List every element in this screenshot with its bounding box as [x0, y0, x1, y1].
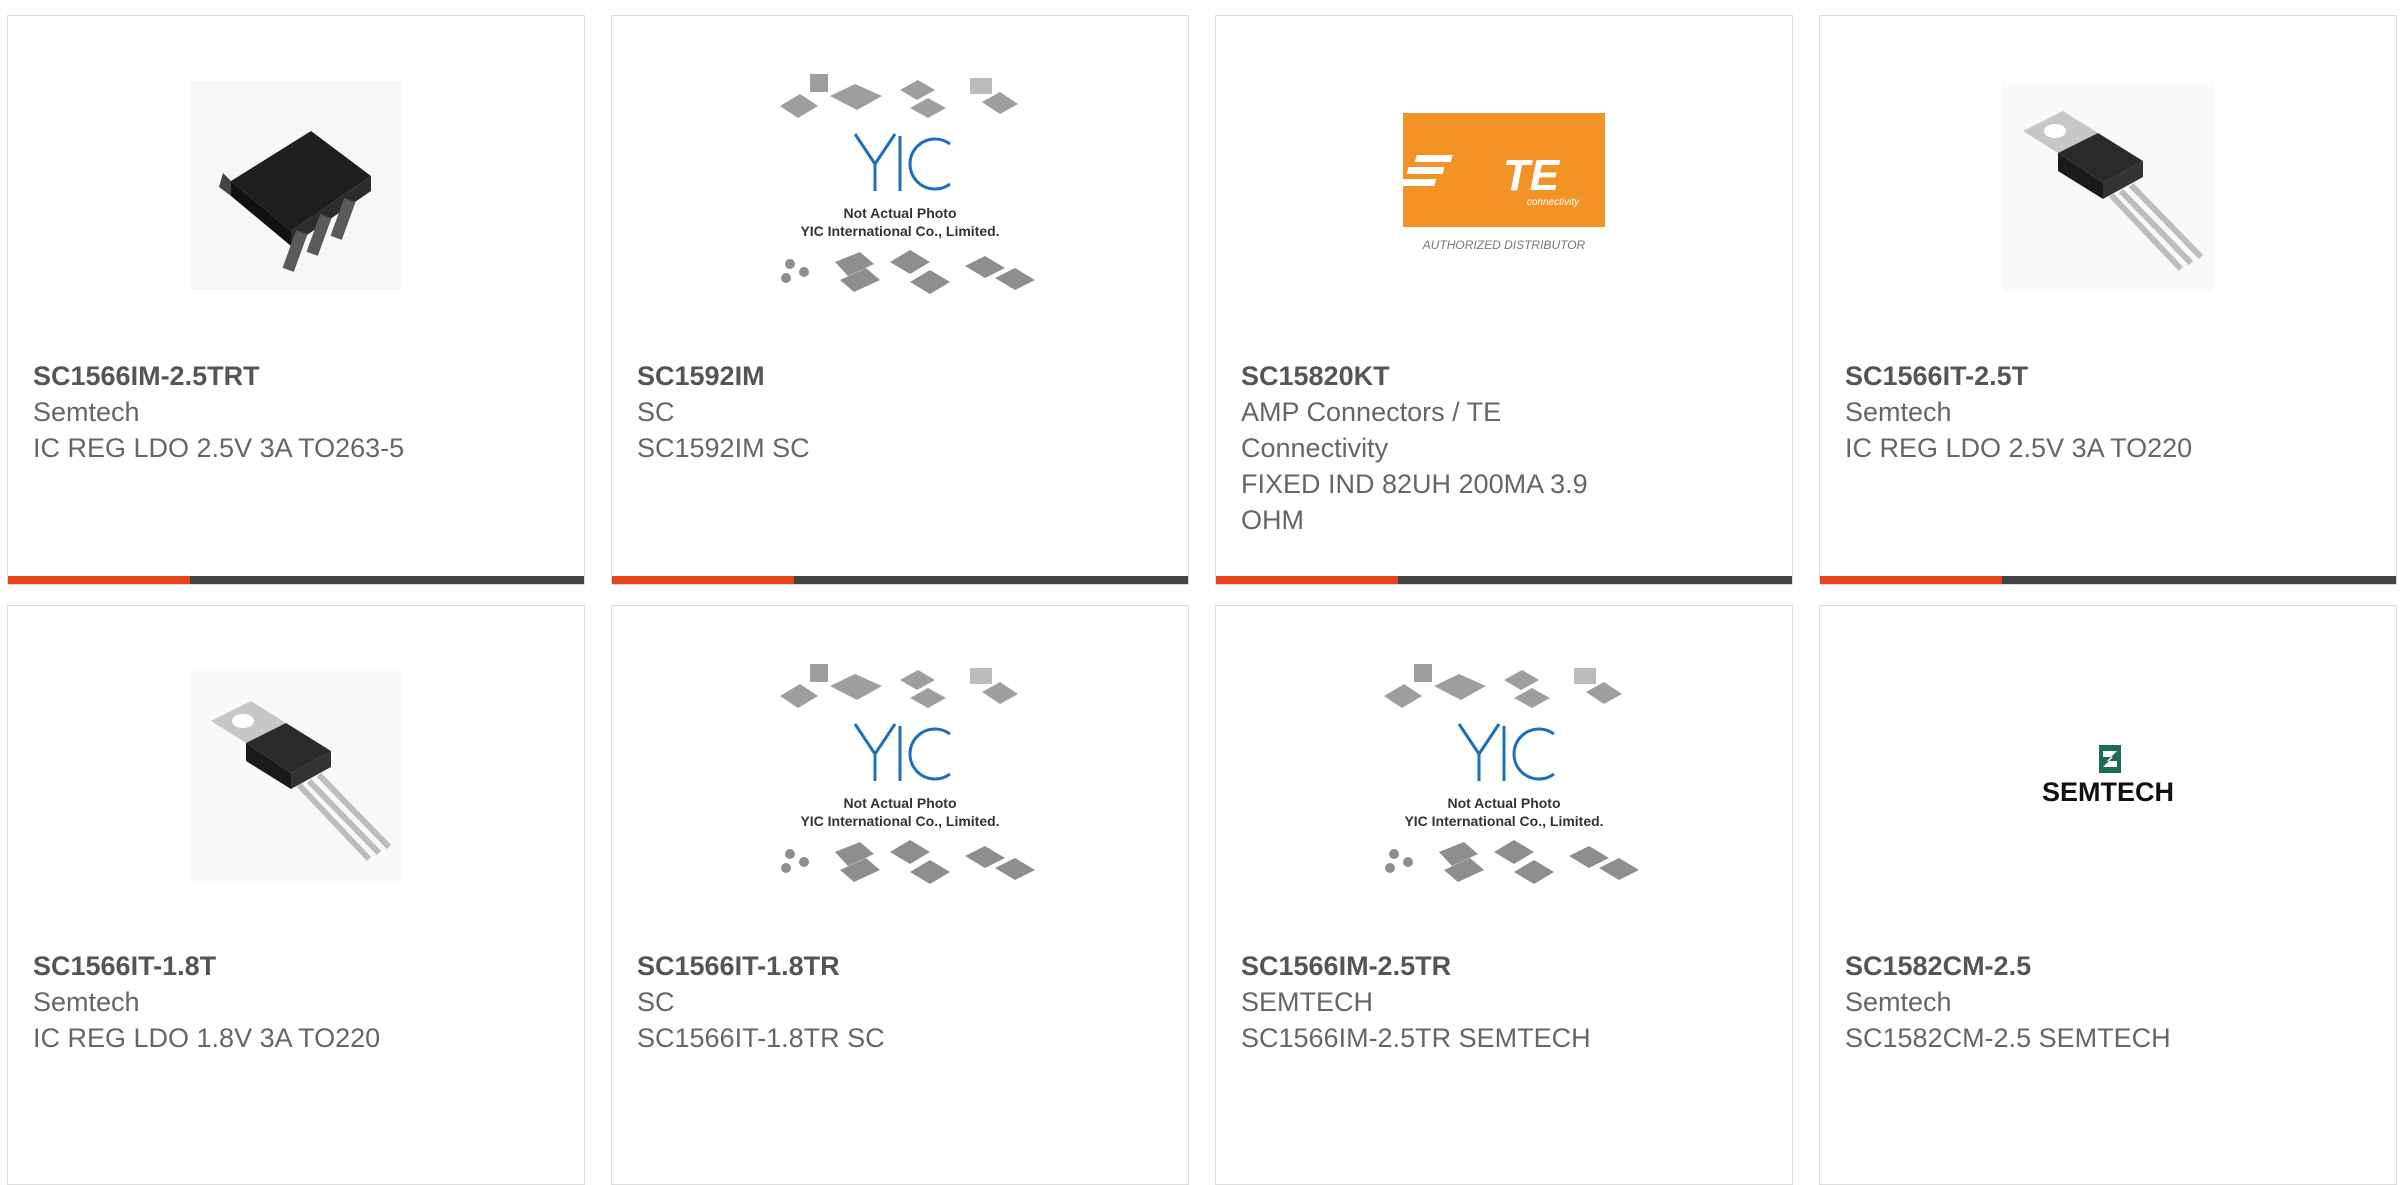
yic-placeholder-icon: Not Actual Photo YIC International Co., …: [780, 664, 1035, 884]
part-number[interactable]: SC1592IM: [637, 358, 1163, 394]
part-number[interactable]: SC15820KT: [1241, 358, 1767, 394]
to220-icon: [191, 671, 401, 881]
product-image[interactable]: SEMTECH: [1820, 606, 2396, 946]
placeholder-caption: YIC International Co., Limited.: [800, 223, 999, 239]
product-image[interactable]: TE connectivity AUTHORIZED DISTRIBUTOR: [1216, 16, 1792, 356]
yic-placeholder-icon: Not Actual Photo YIC International Co., …: [780, 74, 1035, 294]
product-image[interactable]: Not Actual Photo YIC International Co., …: [612, 16, 1188, 356]
product-image[interactable]: [1820, 16, 2396, 356]
card-bar: [612, 576, 1188, 584]
product-card[interactable]: SEMTECH SC1582CM-2.5 Semtech SC1582CM-2.…: [1819, 605, 2397, 1185]
manufacturer: Semtech: [33, 987, 140, 1017]
product-image[interactable]: Not Actual Photo YIC International Co., …: [612, 606, 1188, 946]
card-bar-accent: [8, 576, 190, 584]
product-description: IC REG LDO 2.5V 3A TO263-5: [33, 433, 405, 463]
manufacturer: Semtech: [1845, 987, 1952, 1017]
card-bar: [8, 576, 584, 584]
product-card[interactable]: Not Actual Photo YIC International Co., …: [1215, 605, 1793, 1185]
placeholder-caption: Not Actual Photo: [843, 795, 956, 811]
placeholder-caption: YIC International Co., Limited.: [800, 813, 999, 829]
te-logo-text: TE: [1503, 151, 1561, 200]
card-bar-accent: [612, 576, 794, 584]
product-image[interactable]: [8, 16, 584, 356]
product-description: IC REG LDO 2.5V 3A TO220: [1845, 433, 2193, 463]
product-description: SC1566IT-1.8TR SC: [637, 1023, 885, 1053]
semtech-logo-text: SEMTECH: [2042, 777, 2174, 807]
product-card[interactable]: SC1566IT-1.8T Semtech IC REG LDO 1.8V 3A…: [7, 605, 585, 1185]
manufacturer: SC: [637, 397, 675, 427]
manufacturer: SC: [637, 987, 675, 1017]
manufacturer: SEMTECH: [1241, 987, 1374, 1017]
part-number[interactable]: SC1566IM-2.5TR: [1241, 948, 1767, 984]
card-bar-accent: [1216, 576, 1398, 584]
te-logo-subtext: connectivity: [1527, 197, 1580, 208]
product-card[interactable]: SC1566IM-2.5TRT Semtech IC REG LDO 2.5V …: [7, 15, 585, 585]
product-card[interactable]: Not Actual Photo YIC International Co., …: [611, 15, 1189, 585]
product-description: FIXED IND 82UH 200MA 3.9 OHM: [1241, 469, 1588, 535]
to263-icon: [191, 81, 401, 291]
placeholder-caption: YIC International Co., Limited.: [1404, 813, 1603, 829]
placeholder-caption: Not Actual Photo: [843, 205, 956, 221]
part-number[interactable]: SC1566IT-2.5T: [1845, 358, 2371, 394]
card-bar: [1216, 576, 1792, 584]
product-image[interactable]: Not Actual Photo YIC International Co., …: [1216, 606, 1792, 946]
placeholder-caption: Not Actual Photo: [1447, 795, 1560, 811]
authorized-distributor-text: AUTHORIZED DISTRIBUTOR: [1422, 238, 1586, 252]
product-card[interactable]: Not Actual Photo YIC International Co., …: [611, 605, 1189, 1185]
card-bar: [1820, 576, 2396, 584]
part-number[interactable]: SC1566IT-1.8TR: [637, 948, 1163, 984]
product-description: IC REG LDO 1.8V 3A TO220: [33, 1023, 381, 1053]
product-description: SC1592IM SC: [637, 433, 810, 463]
part-number[interactable]: SC1566IM-2.5TRT: [33, 358, 559, 394]
to220-icon: [2003, 81, 2213, 291]
part-number[interactable]: SC1566IT-1.8T: [33, 948, 559, 984]
manufacturer: AMP Connectors / TE Connectivity: [1241, 397, 1502, 463]
semtech-logo-icon: SEMTECH: [2042, 745, 2174, 807]
yic-placeholder-icon: Not Actual Photo YIC International Co., …: [1384, 664, 1639, 884]
product-card[interactable]: SC1566IT-2.5T Semtech IC REG LDO 2.5V 3A…: [1819, 15, 2397, 585]
product-description: SC1566IM-2.5TR SEMTECH: [1241, 1023, 1591, 1053]
card-bar-accent: [1820, 576, 2002, 584]
product-image[interactable]: [8, 606, 584, 946]
product-card[interactable]: TE connectivity AUTHORIZED DISTRIBUTOR S…: [1215, 15, 1793, 585]
product-description: SC1582CM-2.5 SEMTECH: [1845, 1023, 2171, 1053]
te-logo-icon: TE connectivity AUTHORIZED DISTRIBUTOR: [1403, 113, 1605, 252]
manufacturer: Semtech: [33, 397, 140, 427]
part-number[interactable]: SC1582CM-2.5: [1845, 948, 2371, 984]
manufacturer: Semtech: [1845, 397, 1952, 427]
product-grid: SC1566IM-2.5TRT Semtech IC REG LDO 2.5V …: [0, 0, 2400, 1185]
